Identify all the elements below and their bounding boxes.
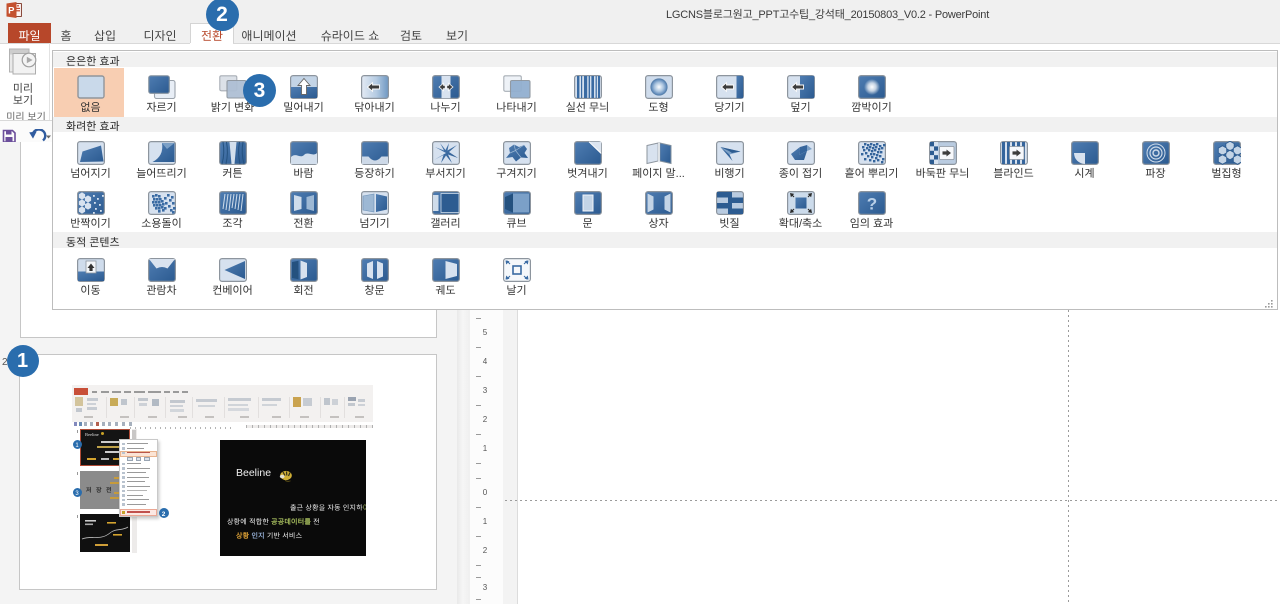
svg-text:P: P [8, 6, 15, 17]
svg-text:?: ? [866, 195, 876, 214]
